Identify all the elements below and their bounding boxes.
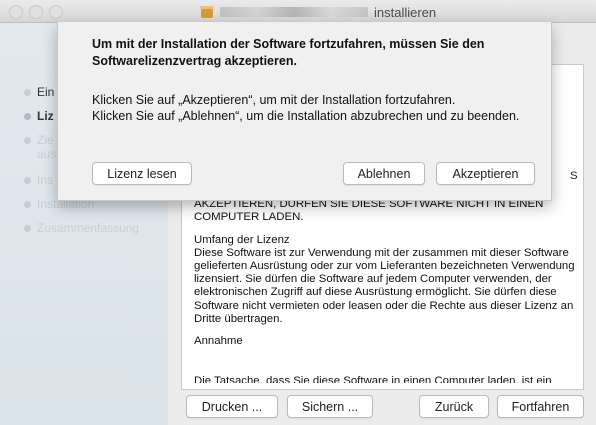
accept-button[interactable]: Akzeptieren bbox=[436, 162, 535, 185]
step-destination-line2: aus bbox=[37, 147, 56, 161]
package-icon bbox=[200, 6, 214, 18]
back-button[interactable]: Zurück bbox=[419, 395, 489, 418]
save-button[interactable]: Sichern ... bbox=[287, 395, 373, 418]
continue-button[interactable]: Fortfahren bbox=[497, 395, 584, 418]
redacted-app-name bbox=[220, 7, 368, 17]
sheet-line: Klicken Sie auf „Ablehnen“, um die Insta… bbox=[92, 109, 520, 123]
step-bullet-icon bbox=[24, 224, 31, 232]
zoom-window-button[interactable] bbox=[49, 5, 63, 19]
step-label: Ins bbox=[37, 173, 54, 187]
window-title: installieren bbox=[200, 4, 436, 20]
title-bar: installieren bbox=[0, 0, 596, 23]
step-label: Ein bbox=[37, 85, 55, 99]
license-agreement-sheet: Um mit der Installation der Software for… bbox=[57, 22, 552, 201]
step-destination: Zie bbox=[24, 133, 54, 147]
close-window-button[interactable] bbox=[9, 5, 23, 19]
decline-button[interactable]: Ablehnen bbox=[343, 162, 425, 185]
minimize-window-button[interactable] bbox=[29, 5, 43, 19]
step-introduction: Ein bbox=[24, 85, 54, 99]
print-button[interactable]: Drucken ... bbox=[186, 395, 278, 418]
step-label: Zusammenfassung bbox=[37, 221, 140, 235]
step-bullet-icon bbox=[24, 112, 31, 120]
read-license-button[interactable]: Lizenz lesen bbox=[92, 162, 192, 185]
step-label: Liz bbox=[37, 109, 54, 123]
license-paragraph: Diese Software ist zur Verwendung mit de… bbox=[194, 246, 575, 325]
step-label: aus bbox=[37, 147, 57, 161]
license-body: SIE DIE REGELUNGEN DIESER VEREINBARUNG N… bbox=[194, 185, 578, 348]
step-bullet-icon bbox=[24, 200, 31, 208]
license-heading: Annahme bbox=[194, 335, 243, 348]
step-bullet-icon bbox=[24, 176, 31, 184]
sheet-title: Um mit der Installation der Software for… bbox=[92, 37, 485, 68]
license-overflow-fragment: S bbox=[570, 170, 578, 182]
step-label: Zie bbox=[37, 133, 54, 147]
license-cut-line: Die Tatsache, dass Sie diese Software in… bbox=[194, 375, 552, 383]
sheet-line: Klicken Sie auf „Akzeptieren“, um mit de… bbox=[92, 93, 456, 107]
step-bullet-icon bbox=[24, 88, 31, 96]
step-install-type: Ins bbox=[24, 173, 53, 187]
license-heading: Umfang der Lizenz bbox=[194, 233, 290, 246]
step-bullet-icon bbox=[24, 136, 31, 144]
step-summary: Zusammenfassung bbox=[24, 221, 139, 235]
step-license: Liz bbox=[24, 109, 54, 123]
sheet-message: Klicken Sie auf „Akzeptieren“, um mit de… bbox=[92, 92, 532, 124]
installer-window: installieren Ein Liz Zie aus Ins Install… bbox=[0, 0, 596, 425]
window-title-text: installieren bbox=[374, 4, 437, 20]
